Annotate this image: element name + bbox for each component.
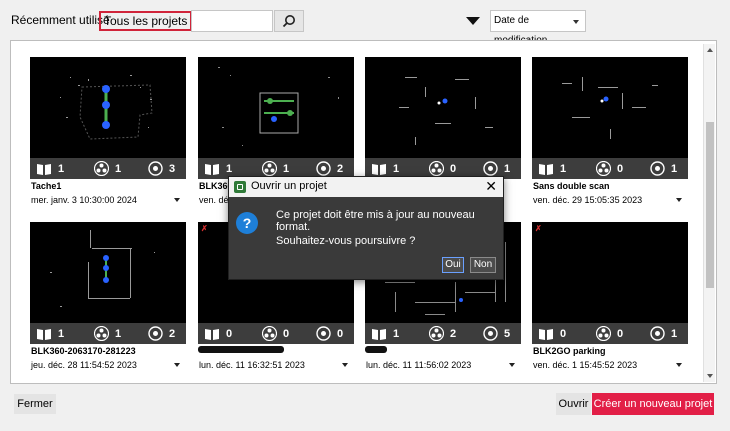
project-thumbnail[interactable] [532, 57, 688, 158]
chevron-down-icon[interactable] [174, 198, 180, 202]
project-stats: 1 0 1 [532, 158, 688, 179]
project-date: mer. janv. 3 10:30:00 2024 [31, 195, 137, 205]
clusters-icon [596, 161, 611, 176]
search-button[interactable] [274, 10, 304, 32]
project-stats: 0 0 0 [198, 323, 354, 344]
sort-select[interactable]: Date de modification [490, 10, 586, 46]
book-icon [372, 163, 386, 175]
project-card[interactable]: ✗ 0 0 1 BLK2GO parking ven. déc. 1 15:45… [532, 222, 688, 382]
redacted-title [198, 346, 284, 353]
clusters-icon [596, 326, 611, 341]
project-date: lun. déc. 11 11:56:02 2023 [366, 360, 472, 370]
book-icon [37, 163, 51, 175]
setups-icon [316, 161, 331, 176]
dialog-titlebar[interactable]: Ouvrir un projet ✕ [229, 177, 503, 197]
close-icon[interactable]: ✕ [485, 178, 497, 194]
project-title: Tache1 [31, 181, 62, 191]
project-thumbnail[interactable] [198, 57, 354, 158]
clusters-icon [262, 326, 277, 341]
project-date: ven. déc. 29 15:05:35 2023 [533, 195, 643, 205]
project-thumbnail[interactable] [30, 222, 186, 323]
project-title: Sans double scan [533, 181, 610, 191]
tab-all-projects[interactable]: Tous les projets [99, 11, 193, 31]
project-title: BLK360-2063170-281223 [31, 346, 136, 356]
project-date: ven. déc. 1 15:45:52 2023 [533, 360, 638, 370]
question-icon: ? [236, 212, 258, 234]
sort-direction-button[interactable] [459, 10, 487, 32]
toolbar: Récemment utilisé Tous les projets Date … [0, 0, 730, 46]
book-icon [539, 163, 553, 175]
chevron-down-icon[interactable] [676, 363, 682, 367]
project-stats: 1 1 2 [30, 323, 186, 344]
setups-icon [148, 326, 163, 341]
setups-icon [483, 326, 498, 341]
clusters-icon [262, 161, 277, 176]
project-thumbnail[interactable] [365, 57, 521, 158]
project-thumbnail[interactable] [30, 57, 186, 158]
book-icon [539, 328, 553, 340]
project-date: lun. déc. 11 16:32:51 2023 [199, 360, 305, 370]
yes-button[interactable]: Oui [442, 257, 464, 273]
chevron-down-icon[interactable] [342, 363, 348, 367]
scrollbar-thumb[interactable] [706, 122, 714, 288]
setups-icon [483, 161, 498, 176]
app-icon [234, 181, 246, 193]
chevron-down-icon[interactable] [676, 198, 682, 202]
clusters-icon [429, 161, 444, 176]
chevron-down-icon[interactable] [509, 363, 515, 367]
warning-icon: ✗ [201, 224, 208, 233]
redacted-title [365, 346, 387, 353]
project-card[interactable]: 1 0 1 Sans double scan ven. déc. 29 15:0… [532, 57, 688, 217]
dialog-question: Souhaitez-vous poursuivre ? [276, 235, 416, 247]
tab-recent[interactable]: Récemment utilisé [8, 11, 113, 31]
search-icon [282, 15, 295, 28]
project-stats: 1 1 3 [30, 158, 186, 179]
setups-icon [148, 161, 163, 176]
chevron-down-icon [573, 20, 579, 24]
no-button[interactable]: Non [470, 257, 496, 273]
open-button[interactable]: Ouvrir [556, 393, 591, 415]
project-date: jeu. déc. 28 11:54:52 2023 [31, 360, 137, 370]
clusters-icon [94, 161, 109, 176]
search-input[interactable] [191, 10, 273, 32]
scroll-up-arrow[interactable] [704, 44, 716, 56]
book-icon [37, 328, 51, 340]
vertical-scrollbar[interactable] [703, 44, 715, 382]
close-button[interactable]: Fermer [14, 394, 56, 414]
scroll-down-arrow[interactable] [704, 370, 716, 382]
warning-icon: ✗ [535, 224, 542, 233]
book-icon [372, 328, 386, 340]
book-icon [205, 163, 219, 175]
setups-icon [650, 161, 665, 176]
sort-descending-icon [466, 17, 480, 25]
update-format-dialog: Ouvrir un projet ✕ ? Ce projet doit être… [228, 176, 504, 280]
project-stats: 0 0 1 [532, 323, 688, 344]
project-card[interactable]: 1 1 2 BLK360-2063170-281223 jeu. déc. 28… [30, 222, 186, 382]
create-project-button[interactable]: Créer un nouveau projet [592, 393, 714, 415]
chevron-down-icon[interactable] [174, 363, 180, 367]
project-card[interactable]: 1 1 3 Tache1 mer. janv. 3 10:30:00 2024 [30, 57, 186, 217]
clusters-icon [94, 326, 109, 341]
dialog-message: Ce projet doit être mis à jour au nouvea… [276, 209, 475, 233]
dialog-title: Ouvrir un projet [251, 180, 327, 192]
project-thumbnail[interactable]: ✗ [532, 222, 688, 323]
project-title: BLK2GO parking [533, 346, 606, 356]
setups-icon [650, 326, 665, 341]
project-stats: 1 2 5 [365, 323, 521, 344]
clusters-icon [429, 326, 444, 341]
setups-icon [316, 326, 331, 341]
book-icon [205, 328, 219, 340]
